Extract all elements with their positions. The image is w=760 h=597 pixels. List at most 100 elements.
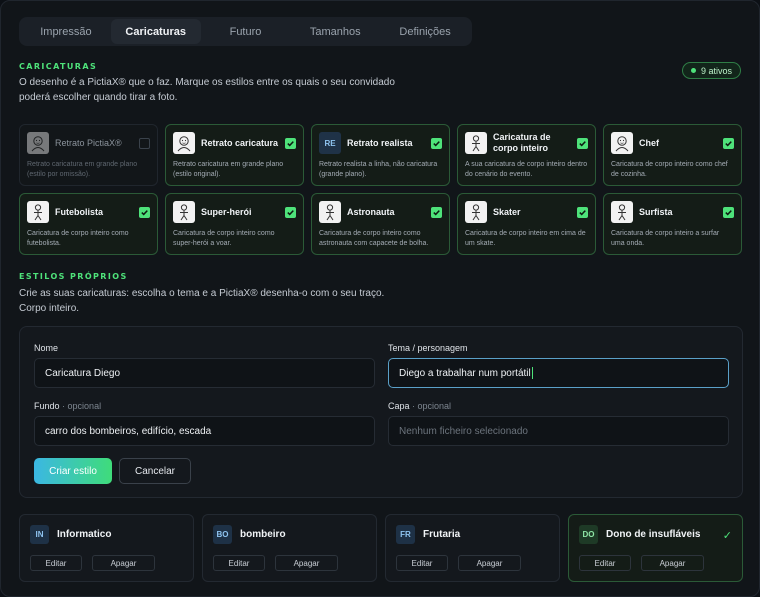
style-checkbox[interactable]	[577, 137, 588, 149]
style-card-header: RE Retrato realista	[319, 131, 442, 155]
style-card[interactable]: Skater Caricatura de corpo inteiro em cim…	[457, 193, 596, 255]
delete-button[interactable]: Apagar	[275, 555, 338, 571]
delete-button[interactable]: Apagar	[458, 555, 521, 571]
selected-check-icon: ✓	[722, 530, 732, 542]
custom-style-header: FR Frutaria	[396, 525, 460, 544]
figure-sketch-icon	[465, 201, 487, 223]
style-checkbox[interactable]	[577, 206, 588, 218]
style-card-header: Retrato PictiaX®	[27, 131, 150, 155]
name-label: Nome	[34, 343, 59, 353]
portrait-sketch-icon	[173, 132, 195, 154]
checkmark-icon	[140, 208, 149, 217]
style-card-title: Retrato caricatura	[201, 137, 279, 148]
style-card-description: Retrato realista a linha, não caricatura…	[319, 161, 438, 178]
cover-label: Capa · opcional	[388, 401, 451, 411]
tab-impressao[interactable]: Impressão	[21, 19, 111, 44]
style-card-description: Retrato caricatura em grande plano (esti…	[173, 161, 284, 178]
background-field[interactable]: carro dos bombeiros, edifício, escada	[34, 416, 375, 446]
style-card-header: Surfista	[611, 200, 734, 224]
figure-sketch-icon	[611, 201, 633, 223]
style-card[interactable]: RE Retrato realista Retrato realista a lin…	[311, 124, 450, 186]
create-style-button[interactable]: Criar estilo	[34, 458, 112, 484]
tab-tamanhos[interactable]: Tamanhos	[290, 19, 380, 44]
checkmark-icon	[578, 208, 587, 217]
style-card-title: Super-herói	[201, 206, 252, 217]
custom-style-card[interactable]: DO Dono de insufláveis ✓ Editar Apagar	[568, 514, 743, 582]
custom-style-card[interactable]: FR Frutaria Editar Apagar	[385, 514, 560, 582]
style-checkbox[interactable]	[139, 137, 150, 149]
style-card-description: A sua caricatura de corpo inteiro dentro…	[465, 161, 588, 178]
style-card-header: Caricatura de corpo inteiro	[465, 131, 588, 155]
portrait-sketch-icon	[611, 132, 633, 154]
background-label-text: Fundo	[34, 401, 60, 411]
style-card-header: Retrato caricatura	[173, 131, 296, 155]
background-field-value: carro dos bombeiros, edifício, escada	[45, 425, 212, 437]
cover-file-input[interactable]: Nenhum ficheiro selecionado	[388, 416, 729, 446]
custom-style-initials: IN	[30, 525, 49, 544]
background-optional-hint: · opcional	[62, 401, 102, 411]
style-checkbox[interactable]	[723, 137, 734, 149]
style-card[interactable]: Futebolista Caricatura de corpo inteiro c…	[19, 193, 158, 255]
style-card[interactable]: Surfista Caricatura de corpo inteiro a su…	[603, 193, 742, 255]
delete-button[interactable]: Apagar	[92, 555, 155, 571]
active-count-badge: 9 ativos	[681, 62, 741, 79]
edit-button[interactable]: Editar	[213, 555, 265, 571]
custom-style-initials: FR	[396, 525, 415, 544]
style-checkbox[interactable]	[431, 206, 442, 218]
style-card-description: Caricatura de corpo inteiro em cima de u…	[465, 230, 586, 247]
edit-button[interactable]: Editar	[30, 555, 82, 571]
edit-button[interactable]: Editar	[579, 555, 631, 571]
style-card[interactable]: Retrato caricatura Retrato caricatura em …	[165, 124, 304, 186]
style-card-description: Caricatura de corpo inteiro como super-h…	[173, 230, 275, 247]
cover-optional-hint: · opcional	[412, 401, 452, 411]
style-card-title: Astronauta	[347, 206, 395, 217]
custom-style-card[interactable]: IN Informatico Editar Apagar	[19, 514, 194, 582]
custom-style-name: Informatico	[57, 529, 112, 540]
style-checkbox[interactable]	[285, 206, 296, 218]
create-style-form: Nome Caricatura Diego Tema / personagem …	[19, 326, 743, 498]
figure-sketch-icon	[465, 132, 487, 154]
cancel-button[interactable]: Cancelar	[119, 458, 191, 484]
caricaturas-description-line2: poderá escolher quando tirar a foto.	[19, 92, 178, 103]
style-card-description: Caricatura de corpo inteiro como astrona…	[319, 230, 429, 247]
style-card-description: Caricatura de corpo inteiro como chef de…	[611, 161, 728, 178]
custom-style-header: IN Informatico	[30, 525, 111, 544]
style-checkbox[interactable]	[723, 206, 734, 218]
tab-caricaturas[interactable]: Caricaturas	[110, 19, 201, 44]
theme-field[interactable]: Diego a trabalhar num portátil	[388, 358, 729, 388]
name-field[interactable]: Caricatura Diego	[34, 358, 375, 388]
style-card-header: Astronauta	[319, 200, 442, 224]
style-card-description: Caricatura de corpo inteiro a surfar uma…	[611, 230, 720, 247]
section-heading-caricaturas: CARICATURAS	[19, 62, 98, 71]
active-count-label: 9 ativos	[700, 65, 732, 76]
checkmark-icon	[432, 208, 441, 217]
style-card-header: Super-herói	[173, 200, 296, 224]
style-card-title: Futebolista	[55, 206, 104, 217]
style-card-description: Caricatura de corpo inteiro como futebol…	[27, 230, 129, 247]
theme-field-value: Diego a trabalhar num portátil	[399, 367, 531, 379]
style-card[interactable]: Super-herói Caricatura de corpo inteiro c…	[165, 193, 304, 255]
style-checkbox[interactable]	[431, 137, 442, 149]
tab-futuro[interactable]: Futuro	[201, 19, 291, 44]
style-card-title: Surfista	[639, 206, 673, 217]
custom-style-card[interactable]: BO bombeiro Editar Apagar	[202, 514, 377, 582]
edit-button[interactable]: Editar	[396, 555, 448, 571]
style-grid: Retrato PictiaX® Retrato caricatura em gr…	[19, 124, 743, 255]
style-card[interactable]: Chef Caricatura de corpo inteiro como che…	[603, 124, 742, 186]
figure-sketch-icon	[319, 201, 341, 223]
delete-button[interactable]: Apagar	[641, 555, 704, 571]
style-card-title: Chef	[639, 137, 659, 148]
style-card[interactable]: Caricatura de corpo inteiro A sua caricat…	[457, 124, 596, 186]
style-checkbox[interactable]	[139, 206, 150, 218]
style-card[interactable]: Astronauta Caricatura de corpo inteiro co…	[311, 193, 450, 255]
style-checkbox[interactable]	[285, 137, 296, 149]
section-heading-estilos-proprios: ESTILOS PRÓPRIOS	[19, 272, 128, 281]
checkmark-icon	[432, 139, 441, 148]
style-card[interactable]: Retrato PictiaX® Retrato caricatura em gr…	[19, 124, 158, 186]
tab-definicoes[interactable]: Definições	[380, 19, 470, 44]
proprios-description: Crie as suas caricaturas: escolha o tema…	[19, 286, 384, 316]
checkmark-icon	[578, 139, 587, 148]
app-window: Impressão Caricaturas Futuro Tamanhos De…	[0, 0, 760, 597]
style-card-description: Retrato caricatura em grande plano (esti…	[27, 161, 138, 178]
checkmark-icon	[286, 139, 295, 148]
